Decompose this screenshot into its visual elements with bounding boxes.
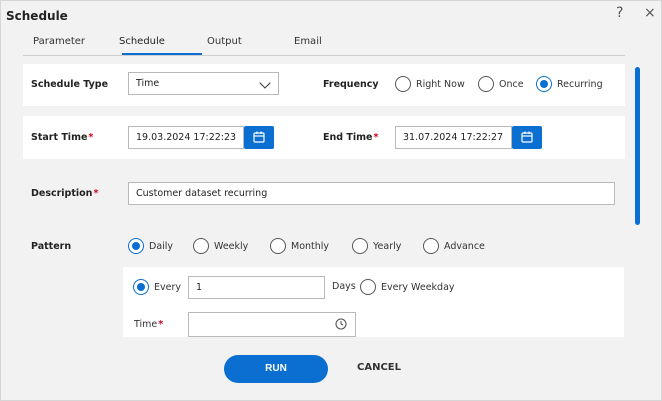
pattern-option-label: Monthly (291, 240, 330, 252)
schedule-type-select[interactable]: Time (128, 72, 279, 95)
radio-icon (395, 76, 411, 92)
schedule-type-value: Time (136, 78, 160, 89)
frequency-right-now[interactable]: Right Now (395, 76, 465, 92)
pattern-option-label: Weekly (214, 240, 249, 252)
schedule-dialog: Schedule ? × Parameter Schedule Output E… (0, 0, 662, 401)
clock-icon (335, 318, 347, 330)
dialog-title: Schedule (6, 9, 68, 23)
daily-every-label: Every (154, 281, 181, 293)
frequency-label: Frequency (323, 79, 379, 90)
daily-unit-label: Days (332, 281, 356, 292)
close-icon[interactable]: × (644, 5, 656, 21)
tab-output[interactable]: Output (207, 36, 242, 47)
pattern-label: Pattern (31, 241, 72, 252)
every-weekday-option[interactable]: Every Weekday (360, 279, 455, 295)
schedule-type-panel: Schedule Type Time Frequency Right Now O… (23, 64, 625, 106)
radio-icon (352, 238, 368, 254)
calendar-icon (521, 131, 533, 143)
daily-every-input[interactable]: 1 (188, 276, 325, 299)
start-time-input[interactable]: 19.03.2024 17:22:23 (128, 126, 244, 149)
frequency-option-label: Recurring (557, 78, 603, 90)
daily-every-option[interactable]: Every (133, 279, 181, 295)
cancel-button[interactable]: CANCEL (357, 362, 401, 373)
frequency-option-label: Right Now (416, 78, 465, 90)
schedule-type-label: Schedule Type (31, 79, 109, 90)
start-time-calendar-button[interactable] (244, 126, 274, 149)
calendar-icon (253, 131, 265, 143)
start-time-label: Start Time* (31, 132, 94, 143)
frequency-once[interactable]: Once (478, 76, 524, 92)
radio-selected-icon (133, 279, 149, 295)
tab-schedule[interactable]: Schedule (119, 36, 165, 47)
pattern-option-label: Yearly (373, 240, 402, 252)
end-time-label: End Time* (323, 132, 379, 143)
pattern-yearly[interactable]: Yearly (352, 238, 401, 254)
pattern-weekly[interactable]: Weekly (193, 238, 248, 254)
help-icon[interactable]: ? (616, 5, 623, 21)
pattern-option-label: Daily (149, 240, 174, 252)
radio-icon (193, 238, 209, 254)
tab-parameter[interactable]: Parameter (33, 36, 85, 47)
run-button[interactable]: RUN (224, 355, 328, 383)
tab-bar: Parameter Schedule Output Email (23, 31, 625, 56)
time-label: Time* (134, 319, 164, 330)
radio-icon (270, 238, 286, 254)
every-weekday-label: Every Weekday (381, 281, 455, 293)
radio-icon (360, 279, 376, 295)
end-time-calendar-button[interactable] (512, 126, 542, 149)
radio-icon (478, 76, 494, 92)
daily-pattern-panel: Every 1 Days Every Weekday Time* (123, 267, 624, 337)
end-time-input[interactable]: 31.07.2024 17:22:27 (395, 126, 512, 149)
radio-selected-icon (128, 238, 144, 254)
description-input[interactable]: Customer dataset recurring (128, 182, 615, 205)
frequency-option-label: Once (499, 78, 524, 90)
frequency-recurring[interactable]: Recurring (536, 76, 603, 92)
description-label: Description* (31, 188, 99, 199)
pattern-advance[interactable]: Advance (423, 238, 485, 254)
active-tab-indicator (122, 53, 202, 55)
pattern-monthly[interactable]: Monthly (270, 238, 329, 254)
tab-email[interactable]: Email (294, 36, 322, 47)
pattern-option-label: Advance (444, 240, 485, 252)
radio-selected-icon (536, 76, 552, 92)
time-range-panel: Start Time* 19.03.2024 17:22:23 End Time… (23, 116, 625, 159)
time-input[interactable] (188, 312, 356, 337)
radio-icon (423, 238, 439, 254)
scrollbar-thumb[interactable] (635, 67, 640, 225)
pattern-daily[interactable]: Daily (128, 238, 173, 254)
chevron-down-icon (259, 77, 271, 89)
